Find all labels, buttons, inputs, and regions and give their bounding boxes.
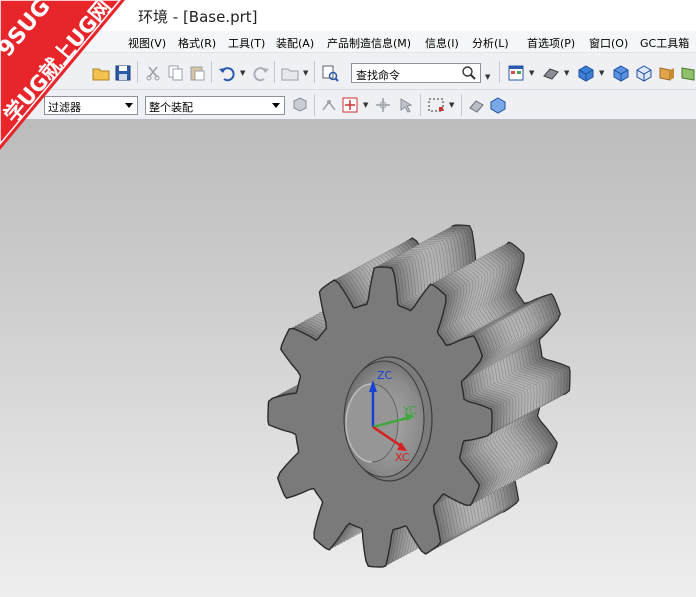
find-command-icon[interactable] bbox=[321, 64, 339, 82]
chevron-down-icon bbox=[272, 103, 280, 108]
cube-icon[interactable] bbox=[612, 64, 630, 82]
toolbar-separator bbox=[461, 94, 462, 116]
eraser-icon[interactable] bbox=[467, 96, 485, 114]
gear-model[interactable]: ZC YC XC bbox=[0, 120, 696, 597]
toolbar-separator bbox=[499, 61, 500, 83]
selection-scope-select[interactable]: 整个装配 bbox=[145, 96, 285, 115]
graphics-viewport[interactable]: ZC YC XC bbox=[0, 120, 696, 597]
toolbar-separator bbox=[211, 61, 212, 83]
paste-icon[interactable] bbox=[188, 64, 206, 82]
window-layout-icon[interactable] bbox=[507, 64, 525, 82]
toolbar-separator bbox=[420, 94, 421, 116]
rectangle-select-icon[interactable] bbox=[427, 96, 445, 114]
menu-bar: 视图(V) 格式(R) 工具(T) 装配(A) 产品制造信息(M) 信息(I) … bbox=[0, 31, 696, 53]
selection-scope-value: 整个装配 bbox=[149, 101, 193, 114]
z-axis-label: ZC bbox=[377, 369, 393, 382]
chevron-down-icon bbox=[125, 103, 133, 108]
selection-mode-dropdown-icon[interactable]: ▼ bbox=[449, 101, 457, 109]
undo-dropdown-icon[interactable]: ▼ bbox=[240, 69, 248, 77]
menu-assemblies[interactable]: 装配(A) bbox=[276, 35, 314, 51]
menu-tools[interactable]: 工具(T) bbox=[228, 35, 265, 51]
point-selector-icon[interactable] bbox=[341, 96, 359, 114]
open-icon[interactable] bbox=[92, 64, 110, 82]
quick-pick-icon[interactable] bbox=[374, 96, 392, 114]
standard-toolbar: ▼ ▼ 查找命令 ▼ ▼ ▼ ▼ bbox=[0, 53, 696, 90]
layout-dropdown-icon[interactable]: ▼ bbox=[529, 69, 537, 77]
y-axis-label: YC bbox=[402, 404, 417, 417]
menu-window[interactable]: 窗口(O) bbox=[589, 35, 628, 51]
x-axis-label: XC bbox=[395, 451, 410, 464]
snap-point-icon[interactable] bbox=[320, 96, 338, 114]
toolbar-separator bbox=[314, 61, 315, 83]
save-icon[interactable] bbox=[114, 64, 132, 82]
type-filter-value: 过滤器 bbox=[48, 101, 81, 114]
scene-icon[interactable] bbox=[680, 64, 696, 82]
selection-toolbar: 过滤器 整个装配 ▼ ▼ bbox=[0, 90, 696, 120]
title-bar: 环境 - [Base.prt] bbox=[0, 0, 696, 31]
undo-icon[interactable] bbox=[218, 64, 236, 82]
menu-gc-toolkit[interactable]: GC工具箱 bbox=[640, 35, 689, 51]
render-dropdown-icon[interactable]: ▼ bbox=[564, 69, 572, 77]
face-color-icon[interactable] bbox=[658, 64, 676, 82]
view-dropdown-icon[interactable]: ▼ bbox=[599, 69, 607, 77]
point-dropdown-icon[interactable]: ▼ bbox=[363, 101, 371, 109]
command-search-value: 查找命令 bbox=[356, 69, 400, 82]
toolbar-separator bbox=[314, 94, 315, 116]
window-title: 环境 - [Base.prt] bbox=[138, 8, 258, 26]
command-search-input[interactable]: 查找命令 bbox=[351, 63, 481, 83]
redo-icon[interactable] bbox=[252, 64, 270, 82]
search-icon[interactable] bbox=[461, 65, 477, 81]
menu-view[interactable]: 视图(V) bbox=[128, 35, 166, 51]
toolbar-separator bbox=[137, 61, 138, 83]
cube-blue-icon[interactable] bbox=[577, 64, 595, 82]
copy-icon[interactable] bbox=[166, 64, 184, 82]
search-dropdown-icon[interactable]: ▼ bbox=[485, 73, 493, 81]
menu-pmi[interactable]: 产品制造信息(M) bbox=[327, 35, 411, 51]
wireframe-cube-icon[interactable] bbox=[635, 64, 653, 82]
show-part-icon[interactable] bbox=[489, 96, 507, 114]
menu-analysis[interactable]: 分析(L) bbox=[472, 35, 509, 51]
menu-format[interactable]: 格式(R) bbox=[178, 35, 216, 51]
select-handle-icon[interactable] bbox=[397, 96, 415, 114]
cut-icon[interactable] bbox=[144, 64, 162, 82]
menu-preferences[interactable]: 首选项(P) bbox=[527, 35, 575, 51]
type-filter-select[interactable]: 过滤器 bbox=[44, 96, 138, 115]
toolbar-separator bbox=[274, 61, 275, 83]
assembly-filter-icon[interactable] bbox=[291, 96, 309, 114]
menu-information[interactable]: 信息(I) bbox=[425, 35, 459, 51]
folder-icon[interactable] bbox=[281, 64, 299, 82]
folder-dropdown-icon[interactable]: ▼ bbox=[303, 69, 311, 77]
shaded-edges-icon[interactable] bbox=[542, 64, 560, 82]
